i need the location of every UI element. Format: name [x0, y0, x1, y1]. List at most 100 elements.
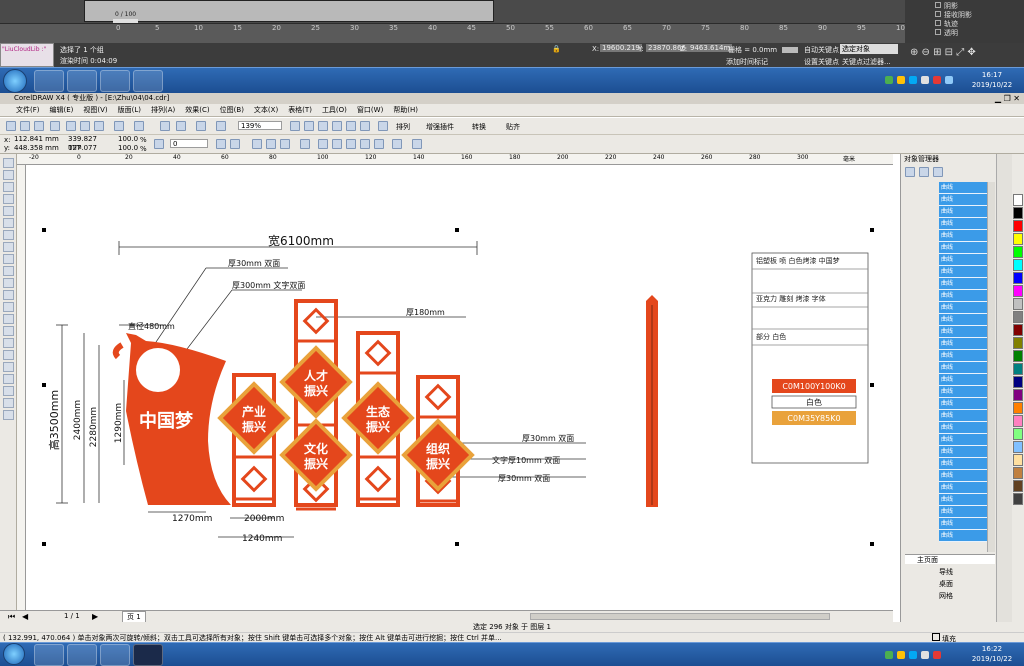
next-page-icon[interactable]: ▶	[92, 612, 98, 621]
zoom-out-icon[interactable]	[304, 121, 314, 131]
menu-item[interactable]: 位图(B)	[220, 104, 244, 116]
tray-icon[interactable]	[897, 76, 905, 84]
object-item[interactable]: 曲线	[939, 398, 987, 410]
tray-icon[interactable]	[921, 651, 929, 659]
palette-swatch[interactable]	[1013, 402, 1023, 414]
palette-swatch[interactable]	[1013, 376, 1023, 388]
om-view-icon[interactable]	[933, 167, 943, 177]
app-green-icon[interactable]	[100, 644, 130, 666]
palette-swatch[interactable]	[1013, 220, 1023, 232]
launcher-icon[interactable]	[196, 121, 206, 131]
palette-swatch[interactable]	[1013, 207, 1023, 219]
palette-swatch[interactable]	[1013, 363, 1023, 375]
save-icon[interactable]	[34, 121, 44, 131]
tool-icon[interactable]	[3, 266, 14, 276]
max-checkbox[interactable]: 接收阴影	[935, 11, 1024, 20]
selected-object-dropdown[interactable]: 选定对象	[840, 44, 898, 54]
object-item[interactable]: 曲线	[939, 218, 987, 230]
object-item[interactable]: 曲线	[939, 446, 987, 458]
tool-icon[interactable]	[3, 194, 14, 204]
undo-icon[interactable]	[114, 121, 124, 131]
object-item[interactable]: 曲线	[939, 494, 987, 506]
tool-icon[interactable]	[3, 230, 14, 240]
object-item[interactable]: 曲线	[939, 254, 987, 266]
tool-icon[interactable]	[3, 302, 14, 312]
horizontal-scrollbar[interactable]	[530, 613, 830, 620]
docker-tabs[interactable]	[996, 154, 1012, 622]
menu-item[interactable]: 排列(A)	[151, 104, 175, 116]
palette-swatch[interactable]	[1013, 415, 1023, 427]
folder-icon[interactable]	[67, 70, 97, 92]
object-item[interactable]: 曲线	[939, 386, 987, 398]
master-page-row[interactable]: 主页面	[905, 554, 995, 564]
palette-swatch[interactable]	[1013, 337, 1023, 349]
menu-item[interactable]: 视图(V)	[83, 104, 107, 116]
add-time-tag[interactable]: 添加时间标记	[726, 57, 768, 67]
object-item[interactable]: 曲线	[939, 434, 987, 446]
volume-icon[interactable]	[945, 76, 953, 84]
layer-item[interactable]: 导线	[905, 566, 995, 578]
menu-item[interactable]: 帮助(H)	[393, 104, 418, 116]
ungroup-icon[interactable]	[266, 139, 276, 149]
tray-icon[interactable]	[921, 76, 929, 84]
palette-swatch[interactable]	[1013, 259, 1023, 271]
tool-icon[interactable]	[3, 278, 14, 288]
align-icon[interactable]	[412, 139, 422, 149]
tool-icon[interactable]	[3, 374, 14, 384]
tool-icon[interactable]	[3, 362, 14, 372]
om-scrollbar[interactable]	[987, 182, 995, 552]
object-item[interactable]: 曲线	[939, 266, 987, 278]
zoom-width-icon[interactable]	[360, 121, 370, 131]
menu-item[interactable]: 版面(L)	[118, 104, 141, 116]
max-app-icon[interactable]	[133, 70, 163, 92]
vertical-ruler[interactable]	[17, 165, 26, 610]
palette-swatch[interactable]	[1013, 350, 1023, 362]
clock[interactable]: 16:22 2019/10/22	[966, 644, 1018, 664]
mirror-h-icon[interactable]	[216, 139, 226, 149]
object-item[interactable]: 曲线	[939, 182, 987, 194]
first-page-icon[interactable]: ⏮	[8, 612, 15, 622]
object-list[interactable]: 曲线 曲线 曲线 曲线 曲线 曲线 曲线 曲线 曲线 曲线 曲线 曲线 曲线 曲线 曲线 曲线 曲线 曲线 曲线 曲线…	[939, 182, 987, 552]
max-checkbox[interactable]: 轨迹	[935, 20, 1024, 29]
z-coord-field[interactable]: 9463.614m	[688, 44, 733, 52]
export-icon[interactable]	[176, 121, 186, 131]
object-item[interactable]: 曲线	[939, 410, 987, 422]
import-icon[interactable]	[160, 121, 170, 131]
object-item[interactable]: 曲线	[939, 506, 987, 518]
set-key-button[interactable]: 设置关键点	[804, 57, 839, 67]
object-item[interactable]: 曲线	[939, 422, 987, 434]
open-icon[interactable]	[20, 121, 30, 131]
max-viewport[interactable]	[84, 0, 494, 22]
intersect-icon[interactable]	[332, 139, 342, 149]
key-icon[interactable]	[782, 47, 798, 53]
palette-swatch[interactable]	[1013, 454, 1023, 466]
tool-icon[interactable]	[3, 290, 14, 300]
start-button[interactable]	[3, 643, 25, 665]
object-item[interactable]: 曲线	[939, 362, 987, 374]
object-item[interactable]: 曲线	[939, 350, 987, 362]
object-item[interactable]: 曲线	[939, 290, 987, 302]
palette-swatch[interactable]	[1013, 428, 1023, 440]
palette-swatch[interactable]	[1013, 246, 1023, 258]
tool-icon[interactable]	[3, 170, 14, 180]
drawing-canvas[interactable]: 宽6100mm 高3500mm 2400mm 2280mm 1290mm 厚30…	[26, 165, 893, 610]
object-item[interactable]: 曲线	[939, 206, 987, 218]
tool-icon[interactable]	[3, 386, 14, 396]
horizontal-ruler[interactable]: -20 0 20 40 60 80 100 120 140 160 180 200 220 240 260 2…	[17, 154, 893, 165]
tray-icon[interactable]	[933, 651, 941, 659]
mirror-v-icon[interactable]	[230, 139, 240, 149]
tool-icon[interactable]	[3, 158, 14, 168]
object-item[interactable]: 曲线	[939, 302, 987, 314]
zoom-all-icon[interactable]	[332, 121, 342, 131]
front-minus-back-icon[interactable]	[360, 139, 370, 149]
object-item[interactable]: 曲线	[939, 374, 987, 386]
menu-item[interactable]: 文本(X)	[254, 104, 278, 116]
palette-swatch[interactable]	[1013, 233, 1023, 245]
tool-icon[interactable]	[3, 314, 14, 324]
palette-swatch[interactable]	[1013, 311, 1023, 323]
object-item[interactable]: 曲线	[939, 530, 987, 542]
back-minus-front-icon[interactable]	[374, 139, 384, 149]
print-icon[interactable]	[50, 121, 60, 131]
simplify-icon[interactable]	[346, 139, 356, 149]
palette-swatch[interactable]	[1013, 493, 1023, 505]
